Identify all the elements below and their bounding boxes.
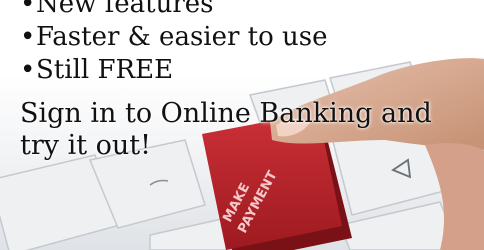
- promo-copy: •New features •Faster & easier to use •S…: [20, 0, 484, 162]
- cta-line-2: try it out!: [20, 130, 152, 161]
- feature-item-faster-easier: •Faster & easier to use: [20, 21, 484, 54]
- feature-item-new-features: •New features: [20, 0, 484, 21]
- feature-text: New features: [36, 0, 214, 19]
- feature-item-still-free: •Still FREE: [20, 54, 484, 87]
- feature-text: Faster & easier to use: [36, 22, 328, 52]
- promo-banner: MAKE PAYMENT •New features •Faster & eas…: [0, 0, 484, 250]
- feature-text: Still FREE: [36, 55, 174, 85]
- bullet: •: [20, 22, 36, 52]
- bullet: •: [20, 0, 36, 19]
- feature-list: •New features •Faster & easier to use •S…: [20, 0, 484, 87]
- cta-line-1: Sign in to Online Banking and: [20, 98, 432, 129]
- sign-in-call-to-action: Sign in to Online Banking and try it out…: [20, 98, 484, 162]
- bullet: •: [20, 55, 36, 85]
